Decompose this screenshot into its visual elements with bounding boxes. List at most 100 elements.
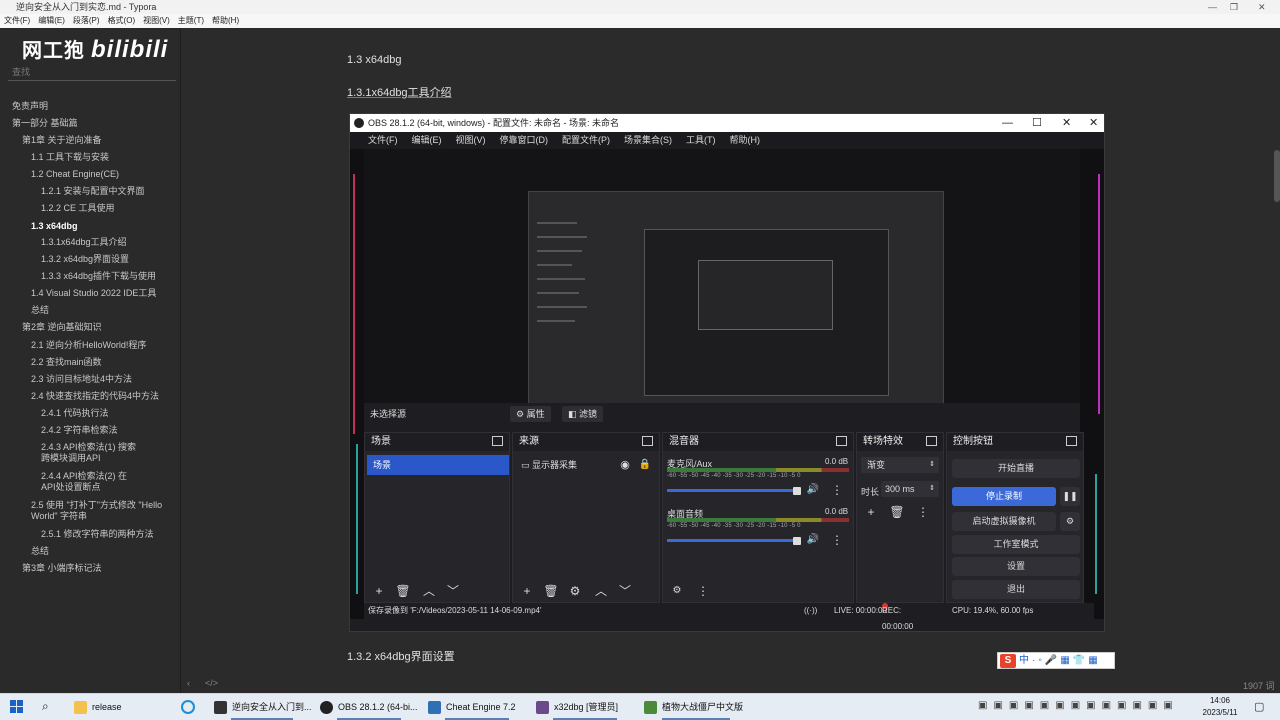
- toc-item[interactable]: 2.4.3 API检索法(1) 搜索跨模块调用API: [0, 442, 140, 464]
- close-icon[interactable]: ✕: [1089, 114, 1098, 132]
- sogou-icon[interactable]: S: [1000, 654, 1016, 668]
- toc-item[interactable]: 免责声明: [0, 101, 181, 112]
- menu-paragraph[interactable]: 段落(P): [73, 14, 100, 28]
- menu-view[interactable]: 视图(V): [143, 14, 170, 28]
- trash-icon[interactable]: 🗑: [889, 505, 905, 519]
- more-icon[interactable]: ⋮: [829, 533, 845, 547]
- ime-tools-icon[interactable]: 中·◦🎤▦👕▦: [1019, 654, 1101, 668]
- undock-icon[interactable]: [836, 436, 847, 446]
- gear-icon[interactable]: ⚙: [567, 584, 583, 598]
- lock-icon[interactable]: 🔒: [637, 458, 653, 472]
- undock-icon[interactable]: [642, 436, 653, 446]
- preview-canvas[interactable]: [528, 191, 944, 425]
- obs-menu-view[interactable]: 视图(V): [456, 132, 486, 149]
- obs-menu-edit[interactable]: 编辑(E): [412, 132, 442, 149]
- menu-format[interactable]: 格式(O): [108, 14, 136, 28]
- transition-type-select[interactable]: 渐变 ⇕: [861, 457, 939, 473]
- toc-item[interactable]: 总结: [0, 546, 181, 557]
- toc-item[interactable]: 2.4.1 代码执行法: [0, 408, 181, 419]
- obs-menu-docks[interactable]: 停靠窗口(D): [500, 132, 549, 149]
- speaker-icon[interactable]: 🔊: [805, 483, 821, 497]
- toc-item[interactable]: 第一部分 基础篇: [0, 118, 181, 129]
- gear-icon[interactable]: ⚙: [669, 584, 685, 598]
- edge-browser-icon[interactable]: [181, 700, 195, 714]
- chevron-up-icon[interactable]: ︿: [593, 584, 609, 598]
- undock-icon[interactable]: [1066, 436, 1077, 446]
- more-icon[interactable]: ⋮: [915, 505, 931, 519]
- menu-theme[interactable]: 主题(T): [178, 14, 204, 28]
- maximize-icon[interactable]: ❐: [1230, 0, 1238, 14]
- obs-menu-tools[interactable]: 工具(T): [686, 132, 716, 149]
- ime-toolbar[interactable]: S 中·◦🎤▦👕▦: [997, 652, 1115, 669]
- menu-help[interactable]: 帮助(H): [212, 14, 239, 28]
- system-tray-icons[interactable]: ▣▣▣▣▣▣▣▣▣▣▣▣▣: [978, 700, 1179, 711]
- editor-scrollbar[interactable]: [1274, 150, 1280, 202]
- toc-item[interactable]: 1.2.1 安装与配置中文界面: [0, 186, 181, 197]
- exit-button[interactable]: 退出: [952, 580, 1080, 599]
- search-icon[interactable]: ⌕: [42, 699, 49, 714]
- toc-item[interactable]: 1.3.1x64dbg工具介绍: [0, 237, 181, 248]
- obs-preview-area[interactable]: [364, 149, 1080, 425]
- taskbar-item-cheat-engine[interactable]: Cheat Engine 7.2: [424, 694, 530, 720]
- toc-item-active[interactable]: 1.3 x64dbg: [0, 221, 181, 232]
- menu-edit[interactable]: 编辑(E): [38, 14, 65, 28]
- close-icon[interactable]: ✕: [1062, 114, 1071, 132]
- speaker-icon[interactable]: 🔊: [805, 533, 821, 547]
- toc-item[interactable]: 第1章 关于逆向准备: [0, 135, 181, 146]
- toc-item[interactable]: 2.5 使用 "打补丁"方式修改 "Hello World" 字符串: [0, 500, 170, 522]
- duration-input[interactable]: 300 ms ⇕: [881, 481, 939, 497]
- toc-item[interactable]: 2.4 快速查找指定的代码4中方法: [0, 391, 181, 402]
- toc-item[interactable]: 1.1 工具下载与安装: [0, 152, 181, 163]
- menu-file[interactable]: 文件(F): [4, 14, 30, 28]
- toc-item[interactable]: 第3章 小端序标记法: [0, 563, 181, 574]
- close-icon[interactable]: ✕: [1258, 0, 1266, 14]
- scene-item[interactable]: 场景: [367, 455, 509, 475]
- more-icon[interactable]: ⋮: [695, 584, 711, 598]
- maximize-icon[interactable]: ☐: [1032, 114, 1042, 132]
- taskbar-item-typora[interactable]: 逆向安全从入门到...: [210, 694, 314, 720]
- obs-menu-scene-collection[interactable]: 场景集合(S): [624, 132, 672, 149]
- settings-button[interactable]: 设置: [952, 557, 1080, 576]
- obs-menu-profile[interactable]: 配置文件(P): [562, 132, 610, 149]
- toc-item[interactable]: 1.2.2 CE 工具使用: [0, 203, 181, 214]
- source-item[interactable]: ▭ 显示器采集: [521, 457, 577, 473]
- volume-slider[interactable]: [667, 489, 799, 492]
- toc-item[interactable]: 第2章 逆向基础知识: [0, 322, 181, 333]
- add-icon[interactable]: +: [371, 584, 387, 598]
- add-icon[interactable]: +: [863, 505, 879, 519]
- notification-icon[interactable]: ▢: [1254, 700, 1264, 713]
- studio-mode-button[interactable]: 工作室模式: [952, 535, 1080, 554]
- taskbar-item-pvz[interactable]: 植物大战僵尸中文版: [640, 694, 752, 720]
- toc-item[interactable]: 1.4 Visual Studio 2022 IDE工具: [0, 288, 181, 299]
- add-icon[interactable]: +: [519, 584, 535, 598]
- word-count[interactable]: 1907 词: [1243, 679, 1275, 692]
- slider-knob[interactable]: [793, 537, 801, 545]
- trash-icon[interactable]: 🗑: [395, 584, 411, 598]
- filters-button[interactable]: ◧ 滤镜: [562, 406, 604, 422]
- windows-start-icon[interactable]: [10, 700, 24, 714]
- chevron-up-icon[interactable]: ︿: [421, 584, 437, 598]
- toc-item[interactable]: 2.4.4 API检索法(2) 在API处设置断点: [0, 471, 140, 493]
- virtual-camera-settings-button[interactable]: ⚙: [1060, 512, 1080, 531]
- eye-icon[interactable]: ◉: [617, 458, 633, 472]
- start-virtual-camera-button[interactable]: 启动虚拟摄像机: [952, 512, 1056, 531]
- toc-item[interactable]: 1.2 Cheat Engine(CE): [0, 169, 181, 180]
- taskbar-item-x32dbg[interactable]: x32dbg [管理员]: [532, 694, 638, 720]
- obs-menu-file[interactable]: 文件(F): [368, 132, 398, 149]
- minimize-icon[interactable]: —: [1002, 114, 1013, 132]
- trash-icon[interactable]: 🗑: [543, 584, 559, 598]
- properties-button[interactable]: ⚙ 属性: [510, 406, 551, 422]
- undock-icon[interactable]: [926, 436, 937, 446]
- outline-search-input[interactable]: 查找: [8, 65, 176, 81]
- source-code-icon[interactable]: </>: [205, 678, 218, 688]
- toc-item[interactable]: 2.1 逆向分析HelloWorld!程序: [0, 340, 181, 351]
- chevron-down-icon[interactable]: ﹀: [445, 584, 461, 598]
- stop-recording-button[interactable]: 停止录制: [952, 487, 1056, 506]
- toc-item[interactable]: 2.4.2 字符串检索法: [0, 425, 181, 436]
- toc-item[interactable]: 1.3.2 x64dbg界面设置: [0, 254, 181, 265]
- chevron-down-icon[interactable]: ﹀: [617, 584, 633, 598]
- undock-icon[interactable]: [492, 436, 503, 446]
- taskbar-item-release[interactable]: release: [70, 694, 170, 720]
- slider-knob[interactable]: [793, 487, 801, 495]
- obs-menu-help[interactable]: 帮助(H): [730, 132, 761, 149]
